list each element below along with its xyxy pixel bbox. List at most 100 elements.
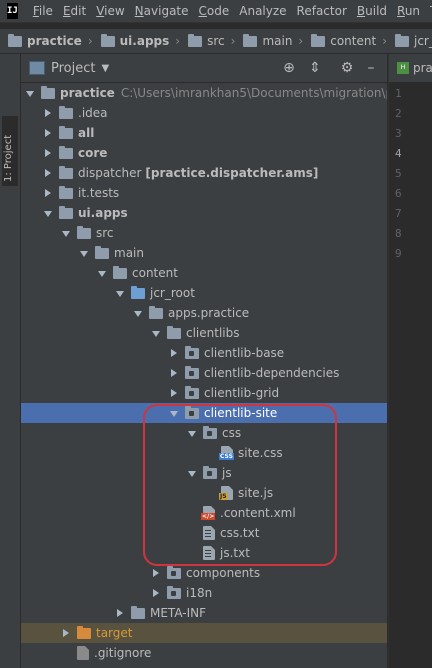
expand-arrow-icon[interactable] <box>43 208 53 218</box>
tree-folder-node[interactable]: clientlib-base <box>21 343 387 363</box>
tree-folder-node[interactable]: js <box>21 463 387 483</box>
project-view-selector[interactable]: Project <box>51 61 95 76</box>
breadcrumb-item[interactable]: practice › <box>0 33 93 48</box>
folder-icon <box>167 325 181 339</box>
tree-folder-node[interactable]: practice C:\Users\imrankhan5\Documents\mi… <box>21 83 387 103</box>
tree-file-node[interactable]: css.txt <box>21 523 387 543</box>
expand-arrow-icon[interactable] <box>61 228 71 238</box>
tree-node-label: clientlibs <box>186 326 240 340</box>
hide-panel-icon[interactable]: – <box>363 60 379 76</box>
breadcrumb-item[interactable]: ui.apps › <box>93 33 180 48</box>
chevron-down-icon[interactable]: ▼ <box>101 63 109 74</box>
tree-folder-node[interactable]: .idea <box>21 103 387 123</box>
tree-folder-node[interactable]: it.tests <box>21 183 387 203</box>
tree-folder-node[interactable]: clientlibs <box>21 323 387 343</box>
txt-file-icon <box>203 546 215 560</box>
tree-folder-node[interactable]: src <box>21 223 387 243</box>
tree-folder-node[interactable]: clientlib-dependencies <box>21 363 387 383</box>
collapse-arrow-icon[interactable] <box>151 588 161 598</box>
menu-item[interactable]: Edit <box>58 4 91 18</box>
breadcrumb-item[interactable]: content › <box>303 33 387 48</box>
menu-mnemonic: B <box>356 4 366 18</box>
menu-item[interactable]: View <box>91 4 129 18</box>
tree-folder-node[interactable]: core <box>21 143 387 163</box>
tree-folder-node[interactable]: ui.apps <box>21 203 387 223</box>
collapse-arrow-icon[interactable] <box>169 348 179 358</box>
menu-item[interactable]: To <box>425 4 432 18</box>
collapse-arrow-icon[interactable] <box>43 168 53 178</box>
tree-folder-node[interactable]: jcr_root <box>21 283 387 303</box>
tree-file-node[interactable]: </> .content.xml <box>21 503 387 523</box>
tree-file-node[interactable]: CSS site.css <box>21 443 387 463</box>
collapse-all-icon[interactable]: ⇕ <box>307 60 323 76</box>
menu-item[interactable]: Code <box>194 4 235 18</box>
expand-arrow-icon[interactable] <box>25 88 35 98</box>
tree-folder-node[interactable]: clientlib-grid <box>21 383 387 403</box>
menu-label: uild <box>365 4 388 18</box>
tree-node-label: src <box>96 226 114 240</box>
project-tool-tab[interactable]: 1: Project <box>2 116 18 186</box>
breadcrumb-item[interactable]: main › <box>235 33 303 48</box>
tree-folder-node[interactable]: css <box>21 423 387 443</box>
expand-arrow-icon[interactable] <box>151 328 161 338</box>
tree-folder-node[interactable]: META-INF <box>21 603 387 623</box>
tree-node-label: js <box>222 466 232 480</box>
collapse-arrow-icon[interactable] <box>43 148 53 158</box>
resource-folder-icon <box>185 405 199 419</box>
tree-file-node[interactable]: JS site.js <box>21 483 387 503</box>
collapse-arrow-icon[interactable] <box>43 128 53 138</box>
tree-folder-node[interactable]: i18n <box>21 583 387 603</box>
expand-arrow-icon[interactable] <box>97 268 107 278</box>
tree-node-label: clientlib-dependencies <box>204 366 340 380</box>
breadcrumb-item[interactable]: jcr_root› <box>387 33 432 48</box>
collapse-arrow-icon[interactable] <box>61 628 71 638</box>
resource-folder-icon <box>167 565 181 579</box>
tree-file-node[interactable]: js.txt <box>21 543 387 563</box>
expand-arrow-icon[interactable] <box>79 248 89 258</box>
menu-mnemonic: N <box>134 4 144 18</box>
tree-folder-node[interactable]: content <box>21 263 387 283</box>
line-number: 5 <box>395 167 402 180</box>
collapse-arrow-icon[interactable] <box>151 568 161 578</box>
tree-folder-node[interactable]: target <box>21 623 387 643</box>
expand-arrow-icon[interactable] <box>187 468 197 478</box>
menu-item[interactable]: Refactor <box>292 4 352 18</box>
js-file-icon: JS <box>219 486 233 500</box>
line-number: 9 <box>395 247 402 260</box>
menu-item[interactable]: Analyze <box>234 4 291 18</box>
expand-arrow-icon[interactable] <box>133 308 143 318</box>
collapse-arrow-icon[interactable] <box>169 388 179 398</box>
tree-node-label: css <box>222 426 242 440</box>
editor-tab[interactable]: H pra <box>389 54 432 83</box>
menu-item[interactable]: Navigate <box>130 4 194 18</box>
tree-folder-node[interactable]: dispatcher [practice.dispatcher.ams] <box>21 163 387 183</box>
collapse-arrow-icon[interactable] <box>169 368 179 378</box>
folder-icon <box>100 33 115 47</box>
tree-folder-node[interactable]: all <box>21 123 387 143</box>
gitignore-file-icon <box>77 646 89 660</box>
menu-item[interactable]: Run <box>392 4 425 18</box>
gear-icon[interactable]: ⚙ <box>339 60 355 76</box>
menu-label: un <box>404 4 421 18</box>
tree-folder-node[interactable]: clientlib-site <box>21 403 387 423</box>
collapse-arrow-icon[interactable] <box>115 608 125 618</box>
expand-arrow-icon[interactable] <box>169 408 179 418</box>
tree-node-label: jcr_root <box>150 286 195 300</box>
breadcrumb-label: content <box>330 34 377 48</box>
tree-folder-node[interactable]: apps.practice <box>21 303 387 323</box>
expand-arrow-icon[interactable] <box>187 428 197 438</box>
tree-folder-node[interactable]: components <box>21 563 387 583</box>
locate-file-icon[interactable]: ⊕ <box>281 60 297 76</box>
menu-item[interactable]: Build <box>352 4 392 18</box>
tree-file-node[interactable]: .gitignore <box>21 643 387 663</box>
collapse-arrow-icon[interactable] <box>43 108 53 118</box>
tree-folder-node[interactable]: main <box>21 243 387 263</box>
folder-icon <box>395 33 409 47</box>
collapse-arrow-icon[interactable] <box>43 188 53 198</box>
excluded-folder-icon <box>77 625 91 639</box>
menu-item[interactable]: File <box>28 4 58 18</box>
breadcrumb-item[interactable]: src › <box>180 33 235 48</box>
tree-node-label: target <box>96 626 133 640</box>
expand-arrow-icon[interactable] <box>115 288 125 298</box>
menu-label: avigate <box>143 4 189 18</box>
